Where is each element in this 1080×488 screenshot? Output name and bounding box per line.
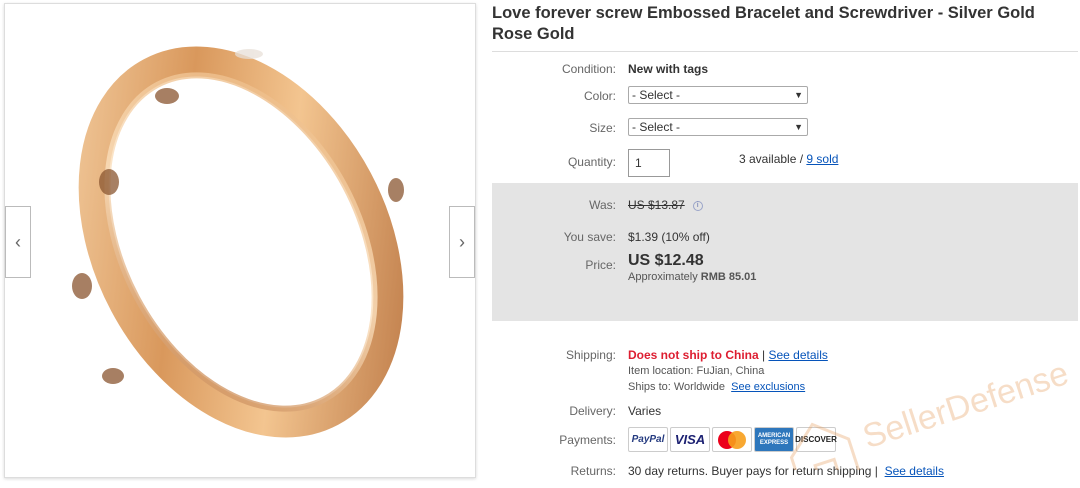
- you-save-label: You save:: [563, 230, 616, 244]
- shipping-label: Shipping:: [565, 348, 616, 362]
- chevron-right-icon: ›: [459, 231, 465, 252]
- seller-defense-watermark: SellerDefense: [789, 354, 1073, 470]
- visa-icon: VISA: [670, 427, 710, 452]
- chevron-down-icon: ▼: [794, 90, 803, 100]
- availability-text: 3 available / 9 sold: [739, 152, 838, 166]
- product-title: Love forever screw Embossed Bracelet and…: [492, 4, 1035, 43]
- mastercard-circles: [718, 430, 746, 449]
- payments-label: Payments:: [559, 433, 616, 447]
- color-select-value: - Select -: [632, 88, 681, 102]
- available-count: 3 available /: [739, 152, 804, 166]
- product-image-panel: ‹ ›: [4, 3, 476, 478]
- returns-label: Returns:: [570, 464, 616, 478]
- approx-price: Approximately RMB 85.01: [628, 271, 756, 283]
- delivery-value: Varies: [628, 404, 662, 418]
- condition-value: New with tags: [628, 62, 709, 76]
- sold-link[interactable]: 9 sold: [806, 152, 838, 166]
- item-location-label: Item location:: [628, 365, 694, 377]
- size-select-value: - Select -: [632, 120, 681, 134]
- ships-to-label: Ships to:: [628, 381, 671, 393]
- condition-label: Condition:: [561, 62, 616, 76]
- quantity-input[interactable]: 1: [628, 149, 670, 177]
- title-divider: [492, 51, 1078, 52]
- listing-page: ‹ › Love forever screw Embossed Bracelet…: [0, 0, 1080, 488]
- size-select[interactable]: - Select - ▼: [628, 118, 808, 136]
- price-label: Price:: [585, 258, 616, 272]
- approx-value: RMB 85.01: [700, 271, 757, 283]
- quantity-label: Quantity:: [567, 155, 616, 169]
- watermark-text: SellerDefense: [858, 354, 1073, 456]
- delivery-label: Delivery:: [569, 404, 616, 418]
- shipping-status: Does not ship to China: [628, 348, 759, 362]
- was-price: US $13.87 i: [628, 198, 703, 212]
- color-label: Color:: [583, 89, 616, 103]
- chevron-down-icon: ▼: [794, 122, 803, 132]
- was-label: Was:: [589, 198, 616, 212]
- chevron-left-icon: ‹: [15, 231, 21, 252]
- next-image-button[interactable]: ›: [449, 206, 475, 278]
- item-location-value: FuJian, China: [696, 365, 765, 377]
- size-label: Size:: [589, 121, 616, 135]
- ships-to-value: Worldwide: [673, 381, 726, 393]
- bracelet-image[interactable]: [5, 4, 475, 477]
- paypal-icon: PayPal: [628, 427, 668, 452]
- mastercard-icon: [712, 427, 752, 452]
- price-value: US $12.48: [628, 252, 704, 269]
- prev-image-button[interactable]: ‹: [5, 206, 31, 278]
- item-location: Item location: FuJian, China: [628, 365, 764, 377]
- info-icon[interactable]: i: [692, 200, 703, 211]
- you-save-value: $1.39 (10% off): [628, 230, 710, 244]
- was-price-value: US $13.87: [628, 198, 685, 212]
- color-select[interactable]: - Select - ▼: [628, 86, 808, 104]
- approx-label: Approximately: [628, 271, 698, 283]
